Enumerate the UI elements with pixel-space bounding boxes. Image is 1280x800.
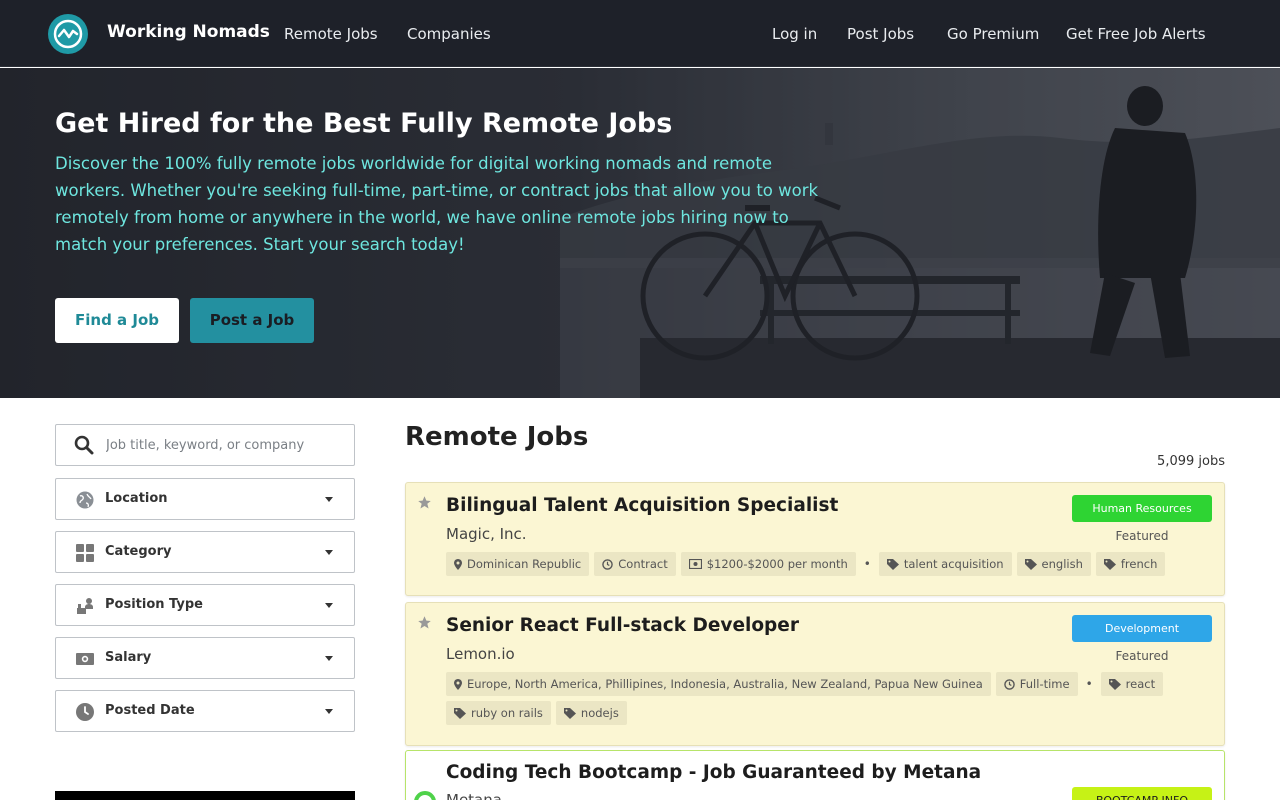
nav-remote-jobs[interactable]: Remote Jobs <box>284 25 378 43</box>
clock-icon <box>76 703 94 721</box>
filter-position-type-label: Position Type <box>105 597 203 612</box>
skill-tag[interactable]: nodejs <box>555 701 627 725</box>
post-a-job-button[interactable]: Post a Job <box>190 298 314 343</box>
tag-icon <box>1103 558 1116 570</box>
brand-name[interactable]: Working Nomads <box>107 22 270 42</box>
filter-category-label: Category <box>105 544 172 559</box>
money-icon <box>688 559 702 569</box>
chevron-down-icon <box>325 497 333 502</box>
money-icon <box>76 650 94 668</box>
star-icon[interactable] <box>417 615 432 634</box>
globe-icon <box>76 491 94 509</box>
map-pin-icon <box>454 678 462 690</box>
chevron-down-icon <box>325 709 333 714</box>
filter-posted-date-label: Posted Date <box>105 703 195 718</box>
job-type-tag[interactable]: Full-time <box>995 672 1078 696</box>
filter-category[interactable]: Category <box>55 531 355 573</box>
map-pin-icon <box>454 558 462 570</box>
bootcamp-info-badge[interactable]: BOOTCAMP INFO <box>1072 787 1212 800</box>
separator-dot: • <box>1085 677 1093 691</box>
job-card[interactable]: Senior React Full-stack Developer Lemon.… <box>405 602 1225 746</box>
hero-description: Discover the 100% fully remote jobs worl… <box>55 154 819 254</box>
job-type-tag[interactable]: Contract <box>594 552 676 576</box>
job-title[interactable]: Coding Tech Bootcamp - Job Guaranteed by… <box>446 762 981 783</box>
filter-location-label: Location <box>105 491 168 506</box>
skill-tag[interactable]: english <box>1016 552 1091 576</box>
job-title[interactable]: Bilingual Talent Acquisition Specialist <box>446 495 838 516</box>
nav-job-alerts[interactable]: Get Free Job Alerts <box>1066 25 1206 43</box>
filter-salary[interactable]: Salary <box>55 637 355 679</box>
skill-tag[interactable]: talent acquisition <box>878 552 1012 576</box>
search-icon <box>74 435 94 459</box>
featured-label: Featured <box>1115 649 1169 663</box>
skill-tag[interactable]: react <box>1100 672 1164 696</box>
filter-position-type[interactable]: Position Type <box>55 584 355 626</box>
search-input[interactable] <box>106 425 346 465</box>
sidebar-ad-banner[interactable] <box>55 791 355 800</box>
nav-log-in[interactable]: Log in <box>772 25 817 43</box>
skill-tag[interactable]: french <box>1095 552 1166 576</box>
chevron-down-icon <box>325 603 333 608</box>
search-box <box>55 424 355 466</box>
company-logo <box>414 791 436 800</box>
location-tag[interactable]: Europe, North America, Phillipines, Indo… <box>446 672 991 696</box>
nav-post-jobs[interactable]: Post Jobs <box>847 25 914 43</box>
clock-icon <box>602 558 614 570</box>
category-badge[interactable]: Development <box>1072 615 1212 642</box>
job-company[interactable]: Magic, Inc. <box>446 525 527 543</box>
logo-icon[interactable] <box>48 14 88 54</box>
job-tags: Dominican Republic Contract $1200-$2000 … <box>446 552 1226 581</box>
filter-posted-date[interactable]: Posted Date <box>55 690 355 732</box>
hero-banner: Get Hired for the Best Fully Remote Jobs… <box>0 68 1280 398</box>
tag-icon <box>1024 558 1037 570</box>
page-title: Remote Jobs <box>405 422 589 452</box>
jobs-count: 5,099 jobs <box>1157 454 1225 469</box>
nav-companies[interactable]: Companies <box>407 25 491 43</box>
location-tag[interactable]: Dominican Republic <box>446 552 590 576</box>
tag-icon <box>454 707 466 719</box>
star-icon[interactable] <box>417 495 432 514</box>
hero-title: Get Hired for the Best Fully Remote Jobs <box>55 108 673 139</box>
find-a-job-button[interactable]: Find a Job <box>55 298 179 343</box>
salary-tag[interactable]: $1200-$2000 per month <box>680 552 856 576</box>
job-card[interactable]: Bilingual Talent Acquisition Specialist … <box>405 482 1225 596</box>
chevron-down-icon <box>325 550 333 555</box>
tag-icon <box>886 558 899 570</box>
skill-tag[interactable]: ruby on rails <box>446 701 551 725</box>
job-card[interactable]: Coding Tech Bootcamp - Job Guaranteed by… <box>405 750 1225 800</box>
top-navbar: Working Nomads Remote Jobs Companies Log… <box>0 0 1280 67</box>
tag-icon <box>563 707 576 719</box>
grid-icon <box>76 544 94 562</box>
chevron-down-icon <box>325 656 333 661</box>
filter-location[interactable]: Location <box>55 478 355 520</box>
separator-dot: • <box>863 557 871 571</box>
position-type-icon <box>76 597 94 615</box>
tag-icon <box>1108 678 1121 690</box>
filter-salary-label: Salary <box>105 650 152 665</box>
clock-icon <box>1004 678 1015 690</box>
nav-go-premium[interactable]: Go Premium <box>947 25 1039 43</box>
job-company[interactable]: Metana <box>446 791 502 800</box>
job-title[interactable]: Senior React Full-stack Developer <box>446 615 799 636</box>
featured-label: Featured <box>1115 529 1169 543</box>
category-badge[interactable]: Human Resources <box>1072 495 1212 522</box>
job-tags: Europe, North America, Phillipines, Indo… <box>446 672 1226 730</box>
job-company[interactable]: Lemon.io <box>446 645 515 663</box>
